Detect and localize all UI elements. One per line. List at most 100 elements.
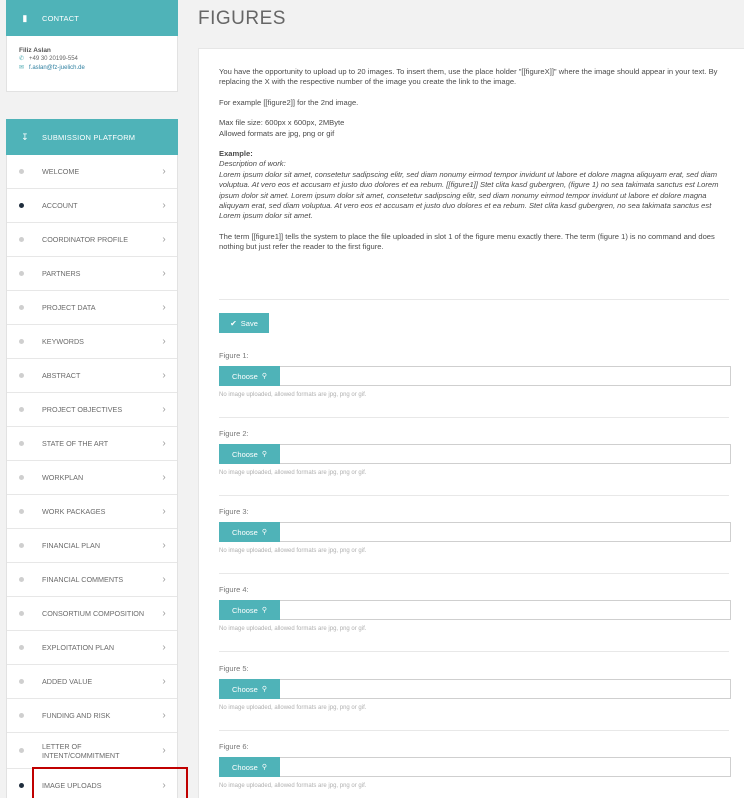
choose-file-button[interactable]: Choose ⚲	[219, 366, 280, 386]
sidebar-item-abstract[interactable]: ABSTRACT ›	[7, 359, 177, 393]
sidebar-item-financial-comments[interactable]: FINANCIAL COMMENTS ›	[7, 563, 177, 597]
choose-file-button[interactable]: Choose ⚲	[219, 522, 280, 542]
example-block: Example: Description of work: Lorem ipsu…	[219, 149, 731, 222]
file-upload-row: Choose ⚲	[219, 679, 731, 699]
status-dot	[19, 339, 24, 344]
sidebar-item-partners[interactable]: PARTNERS ›	[7, 257, 177, 291]
upload-hint: No image uploaded, allowed formats are j…	[219, 626, 367, 632]
chevron-right-icon: ›	[162, 200, 166, 211]
file-upload-row: Choose ⚲	[219, 522, 731, 542]
file-upload-row: Choose ⚲	[219, 366, 731, 386]
status-dot	[19, 713, 24, 718]
sidebar-item-work-packages[interactable]: WORK PACKAGES ›	[7, 495, 177, 529]
figure-slot: Figure 3: Choose ⚲ No image uploaded, allow…	[219, 507, 731, 554]
sidebar-item-label: KEYWORDS	[42, 337, 84, 346]
sidebar-item-letter-of-intent-commitment[interactable]: LETTER OF INTENT/COMMITMENT ›	[7, 733, 177, 769]
status-dot	[19, 748, 24, 753]
sidebar-item-financial-plan[interactable]: FINANCIAL PLAN ›	[7, 529, 177, 563]
sidebar-item-workplan[interactable]: WORKPLAN ›	[7, 461, 177, 495]
figure-label: Figure 1:	[219, 351, 249, 360]
save-button-label: Save	[240, 318, 258, 328]
file-path-field[interactable]	[280, 757, 731, 777]
sidebar-item-project-objectives[interactable]: PROJECT OBJECTIVES ›	[7, 393, 177, 427]
formats-text: Allowed formats are jpg, png or gif	[219, 128, 335, 138]
sidebar-item-coordinator-profile[interactable]: COORDINATOR PROFILE ›	[7, 223, 177, 257]
contact-email-row: ✉ f.aslan@fz-juelich.de	[19, 64, 177, 73]
status-dot	[19, 407, 24, 412]
sidebar-item-exploitation-plan[interactable]: EXPLOITATION PLAN ›	[7, 631, 177, 665]
chevron-right-icon: ›	[162, 676, 166, 687]
figure-label: Figure 5:	[219, 664, 249, 673]
choose-file-button[interactable]: Choose ⚲	[219, 444, 280, 464]
file-path-field[interactable]	[280, 600, 731, 620]
sidebar-item-funding-and-risk[interactable]: FUNDING AND RISK ›	[7, 699, 177, 733]
search-icon: ⚲	[261, 607, 267, 614]
file-path-field[interactable]	[280, 366, 731, 386]
status-dot	[19, 783, 24, 788]
chevron-right-icon: ›	[162, 506, 166, 517]
sidebar-item-label: PROJECT DATA	[42, 303, 96, 312]
choose-file-button[interactable]: Choose ⚲	[219, 600, 280, 620]
sidebar-item-label: STATE OF THE ART	[42, 439, 109, 448]
page: ▮ CONTACT Filiz Aslan ✆ +49 30 20199-554…	[0, 0, 744, 798]
chevron-right-icon: ›	[162, 608, 166, 619]
file-path-field[interactable]	[280, 522, 731, 542]
status-dot	[19, 509, 24, 514]
chevron-right-icon: ›	[162, 438, 166, 449]
divider	[219, 651, 729, 652]
choose-button-label: Choose	[232, 449, 258, 459]
sidebar-item-label: ADDED VALUE	[42, 677, 93, 686]
figure-slot: Figure 6: Choose ⚲ No image uploaded, allow…	[219, 742, 731, 789]
file-upload-row: Choose ⚲	[219, 444, 731, 464]
search-icon: ⚲	[261, 373, 267, 380]
example-subheading: Description of work:	[219, 159, 286, 169]
sidebar-item-account[interactable]: ACCOUNT ›	[7, 189, 177, 223]
search-icon: ⚲	[261, 686, 267, 693]
file-upload-row: Choose ⚲	[219, 757, 731, 777]
file-path-field[interactable]	[280, 679, 731, 699]
chevron-right-icon: ›	[162, 472, 166, 483]
chevron-right-icon: ›	[162, 336, 166, 347]
upload-hint: No image uploaded, allowed formats are j…	[219, 783, 367, 789]
contact-card: Filiz Aslan ✆ +49 30 20199-554 ✉ f.aslan…	[6, 36, 178, 92]
sidebar-item-image-uploads[interactable]: IMAGE UPLOADS ›	[7, 767, 188, 798]
chevron-right-icon: ›	[162, 574, 166, 585]
check-icon: ✔	[230, 318, 237, 328]
save-button[interactable]: ✔ Save	[219, 313, 269, 333]
sidebar-item-keywords[interactable]: KEYWORDS ›	[7, 325, 177, 359]
choose-button-label: Choose	[232, 684, 258, 694]
page-title: FIGURES	[198, 8, 286, 29]
upload-hint: No image uploaded, allowed formats are j…	[219, 705, 367, 711]
chevron-right-icon: ›	[162, 780, 166, 791]
sidebar-item-label: FINANCIAL COMMENTS	[42, 575, 124, 584]
status-dot	[19, 373, 24, 378]
choose-button-label: Choose	[232, 371, 258, 381]
search-icon: ⚲	[261, 529, 267, 536]
chevron-right-icon: ›	[162, 302, 166, 313]
sidebar-item-welcome[interactable]: WELCOME ›	[7, 155, 177, 189]
submission-header-label: SUBMISSION PLATFORM	[42, 132, 136, 142]
sidebar-item-label: WORKPLAN	[42, 473, 84, 482]
sidebar-item-added-value[interactable]: ADDED VALUE ›	[7, 665, 177, 699]
choose-file-button[interactable]: Choose ⚲	[219, 679, 280, 699]
chevron-right-icon: ›	[162, 540, 166, 551]
file-path-field[interactable]	[280, 444, 731, 464]
sidebar: ▮ CONTACT Filiz Aslan ✆ +49 30 20199-554…	[6, 0, 188, 798]
chevron-right-icon: ›	[162, 268, 166, 279]
instructions: You have the opportunity to upload up to…	[219, 67, 731, 263]
status-dot	[19, 441, 24, 446]
status-dot	[19, 611, 24, 616]
sidebar-item-state-of-the-art[interactable]: STATE OF THE ART ›	[7, 427, 177, 461]
sidebar-item-consortium-composition[interactable]: CONSORTIUM COMPOSITION ›	[7, 597, 177, 631]
sidebar-item-label: WELCOME	[42, 167, 80, 176]
sidebar-item-project-data[interactable]: PROJECT DATA ›	[7, 291, 177, 325]
figure-slot: Figure 4: Choose ⚲ No image uploaded, allow…	[219, 585, 731, 632]
status-dot	[19, 679, 24, 684]
sidebar-item-label: IMAGE UPLOADS	[42, 781, 102, 790]
contact-phone-row: ✆ +49 30 20199-554	[19, 55, 177, 64]
choose-file-button[interactable]: Choose ⚲	[219, 757, 280, 777]
intro-text: You have the opportunity to upload up to…	[219, 67, 718, 87]
example-text: Lorem ipsum dolor sit amet, consetetur s…	[219, 169, 719, 221]
main-content: You have the opportunity to upload up to…	[198, 48, 744, 798]
contact-email-link[interactable]: f.aslan@fz-juelich.de	[29, 64, 85, 73]
